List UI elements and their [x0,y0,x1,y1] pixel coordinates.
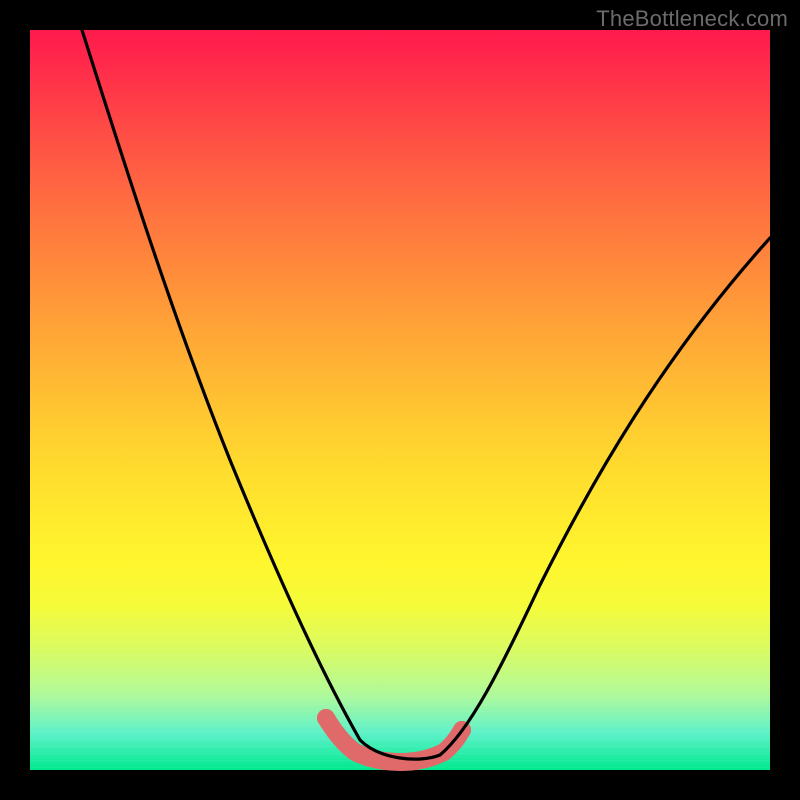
marker-dot-left [317,709,335,727]
gradient-plot-area [30,30,770,770]
bottleneck-curve [30,30,770,770]
watermark-text: TheBottleneck.com [596,6,788,32]
outer-frame: TheBottleneck.com [0,0,800,800]
main-curve-path [82,30,770,759]
